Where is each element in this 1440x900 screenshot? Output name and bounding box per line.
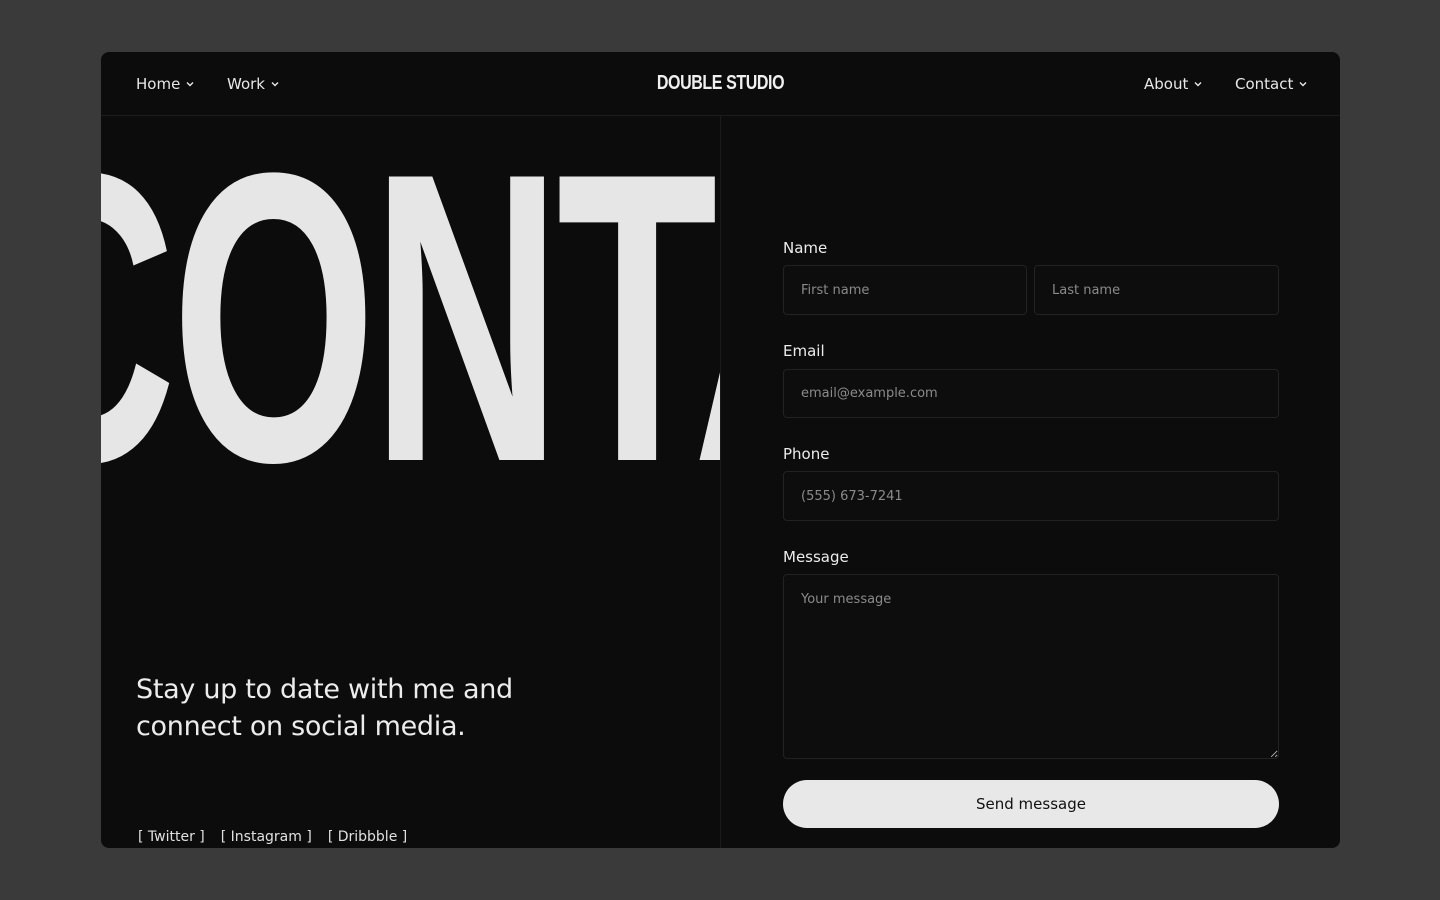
message-label: Message — [783, 548, 849, 566]
first-name-field[interactable] — [783, 265, 1027, 315]
twitter-link[interactable]: [ Twitter ] — [138, 829, 205, 845]
top-nav: Home Work DOUBLE STUDIO About Contact — [101, 52, 1340, 116]
contact-window: Home Work DOUBLE STUDIO About Contact CO… — [101, 52, 1340, 848]
left-pane: CONTACT Stay up to date with me and conn… — [101, 116, 720, 848]
nav-contact[interactable]: Contact — [1235, 52, 1308, 115]
chevron-down-icon — [1194, 81, 1202, 86]
tagline-line-1: Stay up to date with me and — [136, 674, 513, 705]
nav-about[interactable]: About — [1144, 52, 1203, 115]
nav-about-label: About — [1144, 74, 1189, 93]
last-name-field[interactable] — [1034, 265, 1279, 315]
send-message-button[interactable]: Send message — [783, 780, 1279, 828]
email-field[interactable] — [783, 369, 1279, 418]
tagline-line-2: connect on social media. — [136, 711, 466, 742]
brand-name: DOUBLE STUDIO — [656, 72, 785, 94]
dribbble-link[interactable]: [ Dribbble ] — [328, 829, 407, 845]
social-links: [ Twitter ] [ Instagram ] [ Dribbble ] — [138, 829, 407, 845]
pane-divider — [720, 116, 721, 848]
phone-label: Phone — [783, 445, 830, 463]
email-label: Email — [783, 342, 825, 360]
name-label: Name — [783, 239, 828, 257]
instagram-link[interactable]: [ Instagram ] — [221, 829, 312, 845]
phone-field[interactable] — [783, 471, 1279, 521]
social-tagline: Stay up to date with me and connect on s… — [136, 671, 556, 745]
message-field[interactable] — [783, 574, 1279, 759]
chevron-down-icon — [1299, 81, 1307, 86]
hero-heading: CONTACT — [101, 116, 720, 548]
nav-contact-label: Contact — [1235, 74, 1294, 93]
